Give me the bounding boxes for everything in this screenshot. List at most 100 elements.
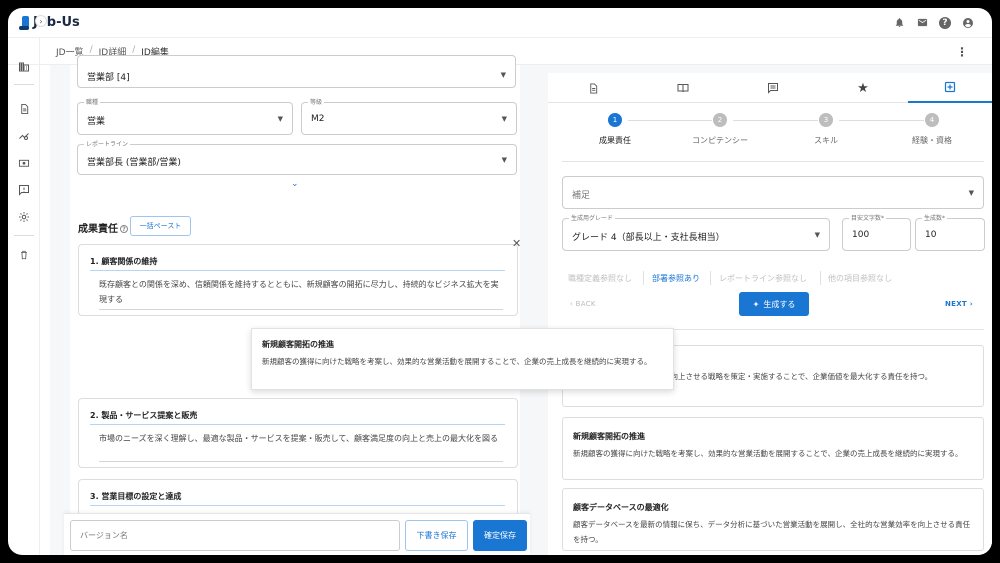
- drag-preview-body: 新規顧客の獲得に向けた戦略を考案し、効果的な営業活動を展開することで、企業の売上…: [262, 357, 652, 366]
- save-bar: 下書き保存 確定保存: [64, 513, 530, 555]
- chip-report-line[interactable]: レポートライン参照なし: [719, 273, 807, 284]
- step-1-label: 成果責任: [599, 136, 631, 145]
- add-box-icon: [944, 81, 956, 93]
- generated-result-card[interactable]: 顧客データベースの最適化 顧客データベースを最新の情報に保ち、データ分析に基づい…: [562, 488, 984, 551]
- tab-generate[interactable]: [908, 73, 992, 103]
- responsibility-card[interactable]: 1. 顧客関係の維持 既存顧客との関係を深め、信頼関係を維持するとともに、新規顧…: [78, 244, 518, 316]
- gear-icon[interactable]: [17, 210, 31, 224]
- generated-result-card[interactable]: 新規顧客開拓の推進 新規顧客の獲得に向けた戦略を考案し、効果的な営業活動を展開す…: [562, 417, 984, 480]
- job-type-value: 営業: [87, 117, 106, 127]
- chip-department[interactable]: 部署参照あり: [652, 273, 700, 284]
- generation-grade-select[interactable]: 生成用グレード グレード 4（部長以上・支社長相当） ▼: [562, 213, 830, 251]
- result-title: 顧客データベースの最適化: [573, 503, 669, 512]
- app-window: Job-Us ? JD一覧 / JD詳細 / JD編集 ⋮ › 営業部 [4] …: [8, 8, 992, 555]
- analytics-icon[interactable]: [17, 129, 31, 143]
- help-icon[interactable]: ?: [939, 16, 951, 29]
- generation-grade-label: 生成用グレード: [569, 213, 616, 222]
- card-body[interactable]: 既存顧客との関係を深め、信頼関係を維持するとともに、新規顧客の開拓に尽力し、持続…: [99, 277, 503, 307]
- step-connector: [839, 120, 924, 121]
- rail-divider: [14, 84, 34, 85]
- account-icon[interactable]: [962, 17, 974, 29]
- card-title-underline: [90, 505, 505, 506]
- result-title: 新規顧客開拓の推進: [573, 432, 645, 441]
- trash-icon[interactable]: [17, 248, 31, 262]
- book-icon: [677, 84, 689, 93]
- generate-count-label: 生成数*: [922, 213, 948, 222]
- grade-label: 等級: [308, 97, 325, 106]
- job-type-select[interactable]: 職種 営業 ▼: [77, 97, 293, 135]
- card-body[interactable]: 市場のニーズを深く理解し、最適な製品・サービスを提案・販売して、顧客満足度の向上…: [99, 431, 503, 446]
- generate-count-value: 10: [925, 230, 937, 240]
- card-title: 3. 営業目標の設定と達成: [90, 492, 182, 501]
- char-count-input[interactable]: 目安文字数* 100: [842, 213, 911, 251]
- responsibility-card[interactable]: 2. 製品・サービス提案と販売 市場のニーズを深く理解し、最適な製品・サービスを…: [78, 398, 518, 468]
- expand-rail-icon[interactable]: ›: [35, 15, 47, 27]
- char-count-label: 目安文字数*: [849, 213, 887, 222]
- bulk-paste-button[interactable]: 一括ペースト: [130, 216, 191, 236]
- report-line-select[interactable]: レポートライン 営業部長 (営業部/営業) ▼: [77, 139, 517, 175]
- card-body-underline: [99, 461, 503, 462]
- close-icon[interactable]: ✕: [512, 237, 521, 250]
- step-3-dot[interactable]: 3: [819, 113, 833, 127]
- grade-select[interactable]: 等級 M2 ▼: [301, 97, 517, 135]
- caret-down-icon: ▼: [814, 231, 820, 239]
- section-title: 成果責任?: [78, 220, 128, 235]
- step-2-label: コンピテンシー: [692, 136, 748, 145]
- card-title: 2. 製品・サービス提案と販売: [90, 411, 198, 420]
- char-count-value: 100: [852, 230, 870, 240]
- back-button[interactable]: ‹ BACK: [570, 300, 596, 308]
- chip-job-definition[interactable]: 職種定義参照なし: [568, 273, 632, 284]
- mail-icon[interactable]: [916, 17, 928, 29]
- next-button[interactable]: NEXT ›: [945, 300, 973, 308]
- version-name-input[interactable]: [70, 520, 400, 551]
- step-3-label: スキル: [814, 136, 838, 145]
- caret-down-icon: ▼: [501, 156, 507, 164]
- job-type-label: 職種: [84, 97, 101, 106]
- generate-count-input[interactable]: 生成数* 10: [915, 213, 985, 251]
- generator-panel: ★ 1 2 3 4 成果責任 コンピテンシー スキル 経験・資格 補足 ▼ 生成…: [548, 73, 992, 555]
- generate-button[interactable]: ✦ 生成する: [739, 292, 809, 316]
- tab-document[interactable]: [548, 73, 638, 103]
- top-icons: ?: [893, 16, 974, 29]
- chip-other-items[interactable]: 他の項目参照なし: [828, 273, 892, 284]
- tab-comment[interactable]: [728, 73, 818, 103]
- step-2-dot[interactable]: 2: [713, 113, 727, 127]
- supplement-input[interactable]: 補足 ▼: [562, 176, 984, 209]
- feedback-icon[interactable]: [17, 183, 31, 197]
- step-1-dot[interactable]: 1: [608, 113, 622, 127]
- card-title: 1. 顧客関係の維持: [90, 257, 158, 266]
- card-body-underline: [99, 309, 503, 310]
- confirm-save-button[interactable]: 確定保存: [473, 520, 527, 551]
- sparkle-icon: ✦: [752, 299, 760, 309]
- card-title-underline: [90, 424, 505, 425]
- building-icon[interactable]: [17, 60, 31, 74]
- result-body: 顧客データベースを最新の情報に保ち、データ分析に基づいた営業活動を展開し、全社的…: [573, 520, 971, 544]
- left-panel: 営業部 [4] ▼ 職種 営業 ▼ 等級 M2 ▼ レポートライン 営業部長 (…: [50, 55, 540, 555]
- logo-mark-icon: [19, 16, 29, 30]
- more-vert-icon[interactable]: ⋮: [956, 45, 968, 59]
- document-icon: [589, 82, 597, 94]
- caret-down-icon: ▼: [500, 71, 506, 79]
- rail-divider: [14, 235, 34, 236]
- comment-icon: [768, 83, 778, 94]
- step-4-label: 経験・資格: [912, 136, 952, 145]
- tab-bar: ★: [548, 73, 992, 103]
- report-line-value: 営業部長 (営業部/営業): [87, 158, 181, 168]
- caret-down-icon: ▼: [277, 115, 283, 123]
- save-draft-button[interactable]: 下書き保存: [405, 520, 468, 551]
- department-value: 営業部 [4]: [87, 73, 130, 83]
- step-connector: [733, 120, 818, 121]
- money-icon[interactable]: [17, 156, 31, 170]
- expand-more-icon[interactable]: ⌄: [291, 179, 299, 189]
- step-4-dot[interactable]: 4: [925, 113, 939, 127]
- tab-book[interactable]: [638, 73, 728, 103]
- divider: [562, 161, 984, 162]
- drag-preview-card[interactable]: 新規顧客開拓の推進 新規顧客の獲得に向けた戦略を考案し、効果的な営業活動を展開す…: [251, 328, 674, 390]
- app-logo[interactable]: Job-Us: [19, 15, 80, 30]
- stepper: 1 2 3 4 成果責任 コンピテンシー スキル 経験・資格: [548, 113, 992, 153]
- bell-icon[interactable]: [893, 17, 905, 29]
- tab-star[interactable]: ★: [818, 73, 908, 103]
- document-icon[interactable]: [17, 102, 31, 116]
- department-select[interactable]: 営業部 [4] ▼: [77, 55, 516, 88]
- help-circle-icon[interactable]: ?: [120, 225, 128, 233]
